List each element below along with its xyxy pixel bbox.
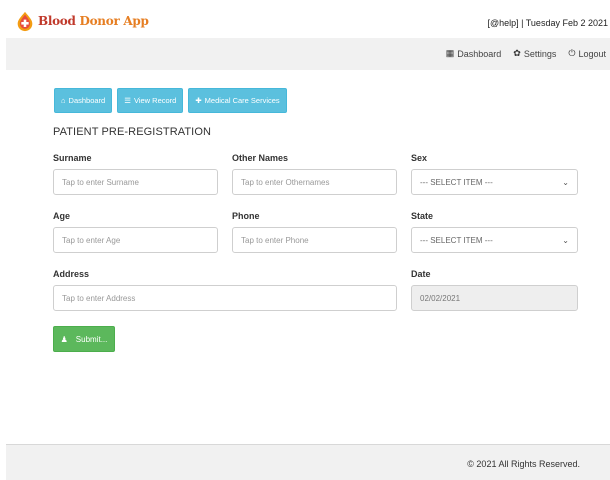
footer: © 2021 All Rights Reserved. [6,444,610,480]
state-select-value: --- SELECT ITEM --- [420,235,493,245]
tab-medical-care-button[interactable]: ✚ Medical Care Services [188,88,287,113]
state-label: State [411,211,434,221]
state-select[interactable]: --- SELECT ITEM --- ⌄ [411,227,578,253]
gear-icon: ✿ [513,48,521,58]
copyright-text: © 2021 All Rights Reserved. [467,459,580,469]
date-label: Date [411,269,431,279]
tab-buttons: ⌂ Dashboard ☰ View Record ✚ Medical Care… [54,88,287,113]
age-input[interactable]: Tap to enter Age [53,227,218,253]
other-names-input[interactable]: Tap to enter Othernames [232,169,397,195]
sex-select[interactable]: --- SELECT ITEM --- ⌄ [411,169,578,195]
tab-dashboard-label: Dashboard [68,96,106,105]
nav-settings-link[interactable]: ✿ Settings [513,48,556,59]
home-icon: ⌂ [61,96,66,105]
submit-label: Submit... [75,334,108,344]
dashboard-icon: ▦ [445,48,455,58]
app-logo[interactable]: Blood Donor App [14,10,149,32]
age-label: Age [53,211,71,221]
nav-dashboard-link[interactable]: ▦ Dashboard [446,48,502,59]
medical-icon: ✚ [195,96,202,105]
app-name: Blood Donor App [38,14,149,28]
nav-logout-label: Logout [578,48,606,59]
logout-icon: ⏻ [568,48,576,58]
chevron-down-icon: ⌄ [562,235,569,245]
help-date-text[interactable]: [@help] | Tuesday Feb 2 2021 [487,18,608,28]
page-title: PATIENT PRE-REGISTRATION [53,126,212,138]
tab-view-record-button[interactable]: ☰ View Record [117,88,184,113]
tab-view-record-label: View Record [133,96,177,105]
address-label: Address [53,269,90,279]
sex-select-value: --- SELECT ITEM --- [420,177,493,187]
main-content: ⌂ Dashboard ☰ View Record ✚ Medical Care… [6,70,610,444]
phone-input[interactable]: Tap to enter Phone [232,227,397,253]
address-input[interactable]: Tap to enter Address [53,285,397,311]
surname-input[interactable]: Tap to enter Surname [53,169,218,195]
phone-label: Phone [232,211,260,221]
tab-medical-care-label: Medical Care Services [204,96,280,105]
surname-label: Surname [53,153,92,163]
nav-settings-label: Settings [523,48,557,59]
user-icon: ♟ [60,334,68,344]
list-icon: ☰ [124,96,131,105]
date-field: 02/02/2021 [411,285,578,311]
tab-dashboard-button[interactable]: ⌂ Dashboard [54,88,113,113]
other-names-label: Other Names [232,153,289,163]
sex-label: Sex [411,153,428,163]
nav-bar: ▦ Dashboard ✿ Settings ⏻ Logout [6,38,610,71]
blood-drop-logo-icon [17,11,33,32]
top-bar: Blood Donor App [@help] | Tuesday Feb 2 … [0,0,610,38]
chevron-down-icon: ⌄ [562,177,569,187]
nav-logout-link[interactable]: ⏻ Logout [568,48,606,59]
submit-button[interactable]: ♟ Submit... [53,326,115,352]
nav-links: ▦ Dashboard ✿ Settings ⏻ Logout [446,48,606,59]
nav-dashboard-label: Dashboard [457,48,502,59]
